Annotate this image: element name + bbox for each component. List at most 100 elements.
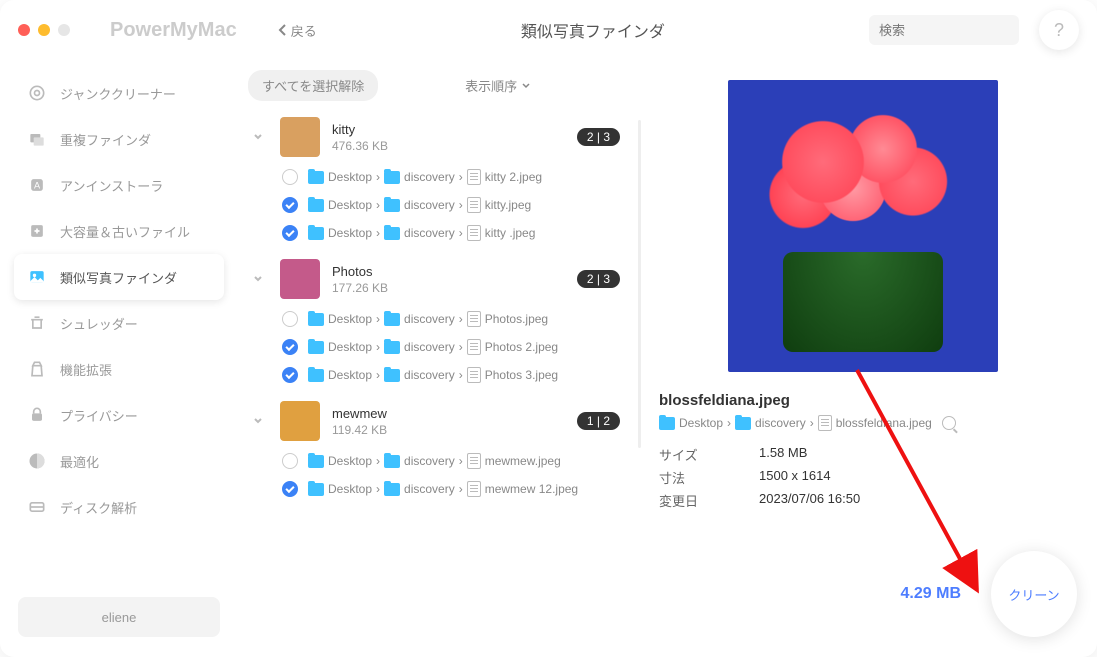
checkbox[interactable] [282,169,298,185]
preview-meta-row: 変更日2023/07/06 16:50 [659,489,1067,512]
sidebar-item[interactable]: 重複ファインダ [14,116,224,162]
sort-button[interactable]: 表示順序 [465,76,531,95]
sort-label: 表示順序 [465,76,517,95]
sidebar-item[interactable]: プライバシー [14,392,224,438]
file-row[interactable]: Desktop›discovery›mewmew.jpeg [248,447,638,475]
sidebar-item[interactable]: ディスク解析 [14,484,224,530]
sidebar-item[interactable]: 類似写真ファインダ [14,254,224,300]
sidebar-icon [26,128,48,150]
meta-value: 1.58 MB [759,445,807,464]
checkbox[interactable] [282,367,298,383]
meta-label: サイズ [659,445,759,464]
folder-icon [659,417,675,430]
count-badge: 2 | 3 [577,270,620,288]
sidebar-item-label: 重複ファインダ [60,130,151,149]
checkbox[interactable] [282,481,298,497]
file-row[interactable]: Desktop›discovery›Photos.jpeg [248,305,638,333]
folder-icon [308,227,324,240]
folder-icon [308,313,324,326]
folder-icon [384,341,400,354]
folder-icon [384,171,400,184]
file-row[interactable]: Desktop›discovery›Photos 2.jpeg [248,333,638,361]
sidebar-item[interactable]: ジャンククリーナー [14,70,224,116]
meta-label: 変更日 [659,491,759,510]
folder-icon [384,313,400,326]
file-path: Desktop›discovery›kitty.jpeg [308,197,531,213]
document-icon [818,415,832,431]
folder-icon [308,341,324,354]
sidebar-item[interactable]: 大容量＆古いファイル [14,208,224,254]
folder-icon [384,369,400,382]
minimize-icon[interactable] [38,24,50,36]
clean-button[interactable]: クリーン [991,551,1077,637]
sidebar-item-label: 機能拡張 [60,360,112,379]
group-size: 476.36 KB [332,139,565,153]
file-row[interactable]: Desktop›discovery›Photos 3.jpeg [248,361,638,389]
group-name: mewmew [332,406,565,421]
preview-meta-row: サイズ1.58 MB [659,443,1067,466]
help-button[interactable]: ? [1039,10,1079,50]
meta-value: 1500 x 1614 [759,468,831,487]
file-row[interactable]: Desktop›discovery›kitty.jpeg [248,191,638,219]
folder-icon [308,199,324,212]
deselect-all-button[interactable]: すべてを選択解除 [248,70,378,101]
file-row[interactable]: Desktop›discovery›kitty .jpeg [248,219,638,247]
thumbnail [280,259,320,299]
sidebar-item[interactable]: 機能拡張 [14,346,224,392]
chevron-down-icon[interactable] [248,269,268,289]
total-size: 4.29 MB [901,585,961,603]
checkbox[interactable] [282,339,298,355]
sidebar-icon: A [26,174,48,196]
file-list-panel: すべてを選択解除 表示順序 kitty 476.36 KB 2 | 3 Desktop… [238,60,638,657]
sidebar-item-label: プライバシー [60,406,138,425]
group-name: kitty [332,122,565,137]
document-icon [467,311,481,327]
chevron-down-icon[interactable] [248,127,268,147]
sidebar-item[interactable]: 最適化 [14,438,224,484]
maximize-icon[interactable] [58,24,70,36]
folder-icon [384,199,400,212]
file-row[interactable]: Desktop›discovery›mewmew 12.jpeg [248,475,638,503]
file-path: Desktop›discovery›mewmew 12.jpeg [308,481,578,497]
folder-icon [384,227,400,240]
sidebar: ジャンククリーナー重複ファインダ A アンインストーラ大容量＆古いファイル類似写真フ… [0,60,238,657]
back-button[interactable]: 戻る [277,21,317,40]
group-header[interactable]: mewmew119.42 KB1 | 2 [248,395,638,447]
file-path: Desktop›discovery›Photos 3.jpeg [308,367,558,383]
thumbnail [280,117,320,157]
group-header[interactable]: kitty476.36 KB2 | 3 [248,111,638,163]
page-title: 類似写真ファインダ [317,18,869,42]
file-path: Desktop›discovery›Photos 2.jpeg [308,339,558,355]
document-icon [467,197,481,213]
sidebar-item[interactable]: A アンインストーラ [14,162,224,208]
search-box[interactable] [869,15,1019,45]
sidebar-item-label: シュレッダー [60,314,138,333]
file-path: Desktop›discovery›Photos.jpeg [308,311,548,327]
search-input[interactable] [879,23,1055,38]
divider [638,120,641,448]
preview-filename: blossfeldiana.jpeg [659,392,1067,409]
file-row[interactable]: Desktop›discovery›kitty 2.jpeg [248,163,638,191]
folder-icon [308,455,324,468]
checkbox[interactable] [282,197,298,213]
thumbnail [280,401,320,441]
checkbox[interactable] [282,225,298,241]
document-icon [467,339,481,355]
meta-label: 寸法 [659,468,759,487]
chevron-down-icon[interactable] [248,411,268,431]
sidebar-item-label: 大容量＆古いファイル [60,222,190,241]
group-size: 177.26 KB [332,281,565,295]
file-path: Desktop›discovery›mewmew.jpeg [308,453,561,469]
sidebar-icon [26,450,48,472]
close-icon[interactable] [18,24,30,36]
checkbox[interactable] [282,311,298,327]
checkbox[interactable] [282,453,298,469]
group-header[interactable]: Photos177.26 KB2 | 3 [248,253,638,305]
sidebar-item[interactable]: シュレッダー [14,300,224,346]
folder-icon [384,455,400,468]
reveal-icon[interactable] [942,416,956,430]
document-icon [467,453,481,469]
sidebar-item-label: アンインストーラ [60,176,163,195]
user-badge[interactable]: eliene [18,597,220,637]
header: PowerMyMac 戻る 類似写真ファインダ ? [0,0,1097,60]
